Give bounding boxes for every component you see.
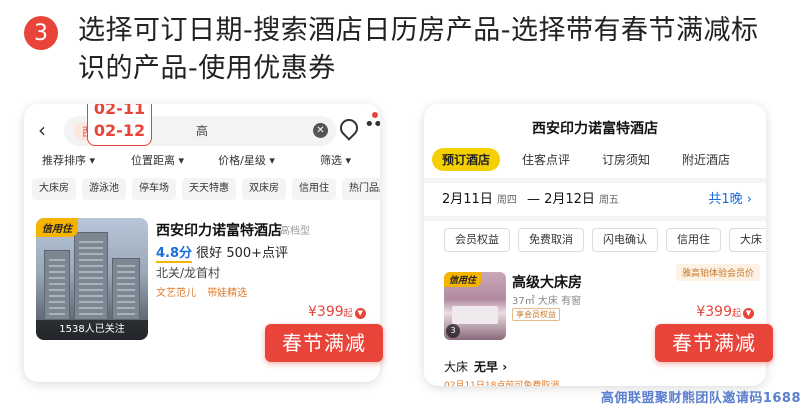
quick-tag[interactable]: 双床房 [242, 178, 286, 200]
quick-tag[interactable]: 停车场 [132, 178, 176, 200]
hotel-price: ¥399起 ▼ [308, 304, 366, 320]
quick-tag[interactable]: 大床房 [32, 178, 76, 200]
filter-row: 推荐排序 ▾ 位置距离 ▾ 价格/星级 ▾ 筛选 ▾ [24, 152, 380, 176]
divider [424, 178, 766, 183]
step-title: 选择可订日期-搜索酒店日历房产品-选择带有春节满减标识的产品-使用优惠券 [78, 15, 759, 84]
bed-type: 大床 [444, 360, 469, 374]
tab-book[interactable]: 预订酒店 [432, 147, 501, 171]
price-suffix: 起 [731, 309, 741, 319]
followers-count: 1538人已关注 [36, 320, 148, 340]
tab-nearby[interactable]: 附近酒店 [672, 148, 740, 171]
price-value: ¥399 [308, 304, 344, 320]
checkout-date: 2月12日 [544, 192, 595, 207]
hotel-area: 北关/龙首村 [156, 266, 221, 280]
bed-shape [452, 306, 498, 324]
room-name[interactable]: 高级大床房 [512, 272, 582, 292]
checkout-weekday: 周五 [598, 195, 619, 206]
cancel-policy: 02月11日18点前可免费取消 [444, 381, 560, 386]
building-shape [44, 250, 70, 320]
feature-tag: 文艺范儿 [156, 288, 196, 299]
room-price: ¥399起 ▼ [696, 304, 754, 320]
review-count: 500+点评 [226, 246, 289, 261]
checkin-date: 02-11 [93, 104, 146, 118]
price-value: ¥399 [696, 304, 732, 320]
rating-word: 很好 [196, 246, 223, 261]
checkout-date: 02-12 [93, 121, 146, 140]
date-selector[interactable]: 02-11 02-12 [87, 104, 152, 146]
credit-stay-badge: 信用住 [36, 218, 78, 237]
spring-festival-discount-badge: 春节满减 [265, 324, 383, 362]
building-shape [112, 258, 140, 320]
room-filter-chip[interactable]: 大床 [729, 228, 766, 252]
map-pin-icon[interactable] [336, 115, 362, 141]
search-keyword[interactable]: 高 [196, 122, 208, 139]
building-shape [74, 232, 108, 320]
price-discount-icon: ▼ [354, 308, 366, 319]
room-info: 37㎡ 大床 有窗 [512, 296, 582, 307]
checkin-weekday: 周四 [496, 195, 517, 206]
step-number-badge: 3 [24, 16, 58, 50]
tab-notice[interactable]: 订房须知 [592, 148, 660, 171]
hotel-photo[interactable]: 信用住 1538人已关注 [36, 218, 148, 340]
breakfast-info: 无早 › [474, 360, 508, 374]
hotel-name: 西安印力诺富特酒店 [156, 223, 282, 239]
bed-breakfast-line[interactable]: 大床 无早 › [444, 358, 507, 375]
tab-reviews[interactable]: 住客点评 [512, 148, 580, 171]
rating-score: 4.8分 [156, 246, 193, 263]
notification-dot [372, 112, 378, 118]
detail-tabs: 预订酒店 住客点评 订房须知 附近酒店 [432, 146, 762, 172]
room-photo[interactable]: 信用住 3 [444, 272, 506, 340]
room-filter-chip[interactable]: 会员权益 [444, 228, 510, 252]
room-filter-chip[interactable]: 闪电确认 [592, 228, 658, 252]
nights-count[interactable]: 共1晚 › [708, 188, 752, 207]
hotel-features: 文艺范儿 带娃精选 [156, 284, 255, 299]
member-benefit-tag: 享会员权益 [512, 308, 560, 321]
room-filter-chips: 会员权益 免费取消 闪电确认 信用住 大床 [444, 228, 766, 252]
back-arrow-icon[interactable]: ‹ [38, 118, 46, 142]
checkin-date: 2月11日 [442, 192, 493, 207]
room-filter-chip[interactable]: 信用住 [666, 228, 721, 252]
divider [424, 216, 766, 221]
stay-dates[interactable]: 2月11日 周四 — 2月12日 周五 共1晚 › [442, 188, 760, 210]
quick-tag[interactable]: 信用住 [292, 178, 336, 200]
hotel-list-item[interactable]: 信用住 1538人已关注 西安印力诺富特酒店 高档型 4.8分 很好 500+点… [32, 212, 372, 342]
hotel-rating: 4.8分 很好 500+点评 [156, 242, 289, 263]
filter-sort[interactable]: 推荐排序 ▾ [24, 152, 113, 176]
quick-tag[interactable]: 热门品牌 [342, 178, 380, 200]
quick-tag[interactable]: 游泳池 [82, 178, 126, 200]
feature-tag: 带娃精选 [207, 288, 248, 299]
filter-more[interactable]: 筛选 ▾ [291, 152, 380, 176]
watermark: 高佣联盟聚财熊团队邀请码1688 [600, 391, 801, 406]
hotel-detail-title: 西安印力诺富特酒店 [532, 121, 658, 137]
spring-festival-discount-badge: 春节满减 [655, 324, 773, 362]
member-price-note: 雅高铂体验会员价 [675, 264, 760, 281]
filter-price[interactable]: 价格/星级 ▾ [202, 152, 291, 176]
clear-icon[interactable]: ✕ [313, 123, 328, 138]
price-discount-icon: ▼ [743, 308, 754, 319]
search-row: ‹ 西安 住离 高 ✕ 02-11 02-12 ••• [24, 104, 380, 154]
hotel-class: 高档型 [280, 226, 310, 237]
credit-stay-badge: 信用住 [444, 272, 482, 287]
date-separator: — [526, 192, 540, 207]
quick-tag[interactable]: 天天特惠 [182, 178, 236, 200]
filter-location[interactable]: 位置距离 ▾ [113, 152, 202, 176]
room-filter-chip[interactable]: 免费取消 [518, 228, 584, 252]
photo-count: 3 [446, 324, 460, 338]
price-suffix: 起 [343, 309, 353, 319]
quick-tag-row: 大床房 游泳池 停车场 天天特惠 双床房 信用住 热门品牌 [32, 178, 380, 200]
